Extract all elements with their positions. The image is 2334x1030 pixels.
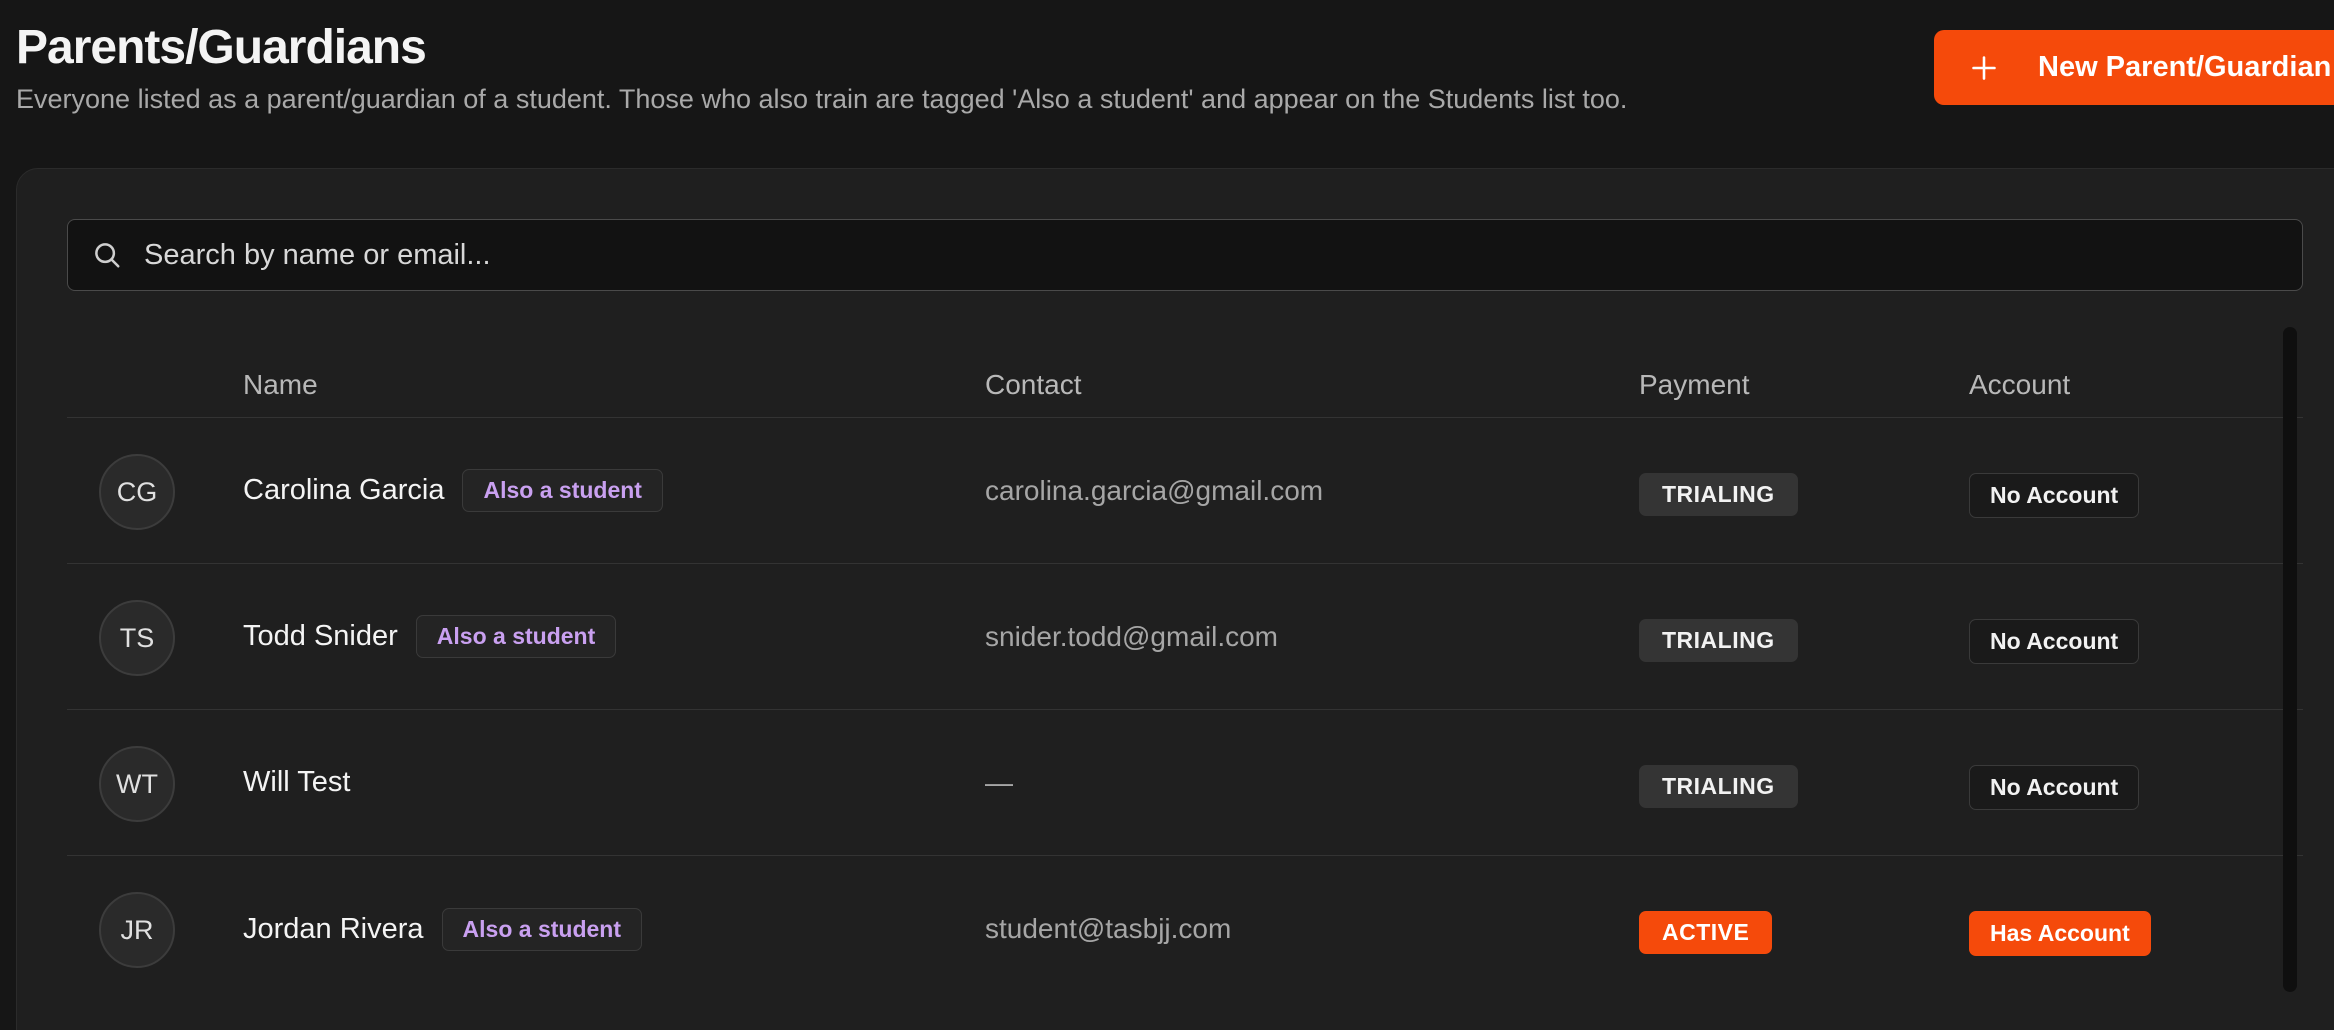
name-cell: Jordan Rivera Also a student (243, 856, 642, 1002)
contact-email: — (985, 766, 1013, 798)
guardian-name[interactable]: Jordan Rivera (243, 913, 424, 946)
account-status-badge: No Account (1969, 765, 2140, 810)
parents-card: Name Contact Payment Account CG Carolina… (16, 168, 2334, 1030)
payment-status-badge: ACTIVE (1639, 911, 1773, 954)
search-icon (95, 243, 120, 268)
avatar: JR (99, 892, 175, 968)
table-row[interactable]: JR Jordan Rivera Also a student student@… (67, 856, 2303, 1002)
table-row[interactable]: WT Will Test — TRIALING No Account (67, 710, 2303, 856)
avatar: CG (99, 454, 175, 530)
guardian-name[interactable]: Carolina Garcia (243, 474, 444, 507)
payment-status-badge: TRIALING (1639, 619, 1798, 662)
also-student-tag: Also a student (415, 615, 617, 658)
table-header: Name Contact Payment Account (67, 319, 2303, 418)
name-column-header[interactable]: Name (243, 369, 318, 401)
contact-email: carolina.garcia@gmail.com (985, 474, 1324, 506)
avatar: WT (99, 746, 175, 822)
guardian-name[interactable]: Todd Snider (243, 620, 398, 653)
contact-email: snider.todd@gmail.com (985, 620, 1279, 652)
new-parent-guardian-button[interactable]: New Parent/Guardian (1934, 30, 2334, 105)
table-scrollbar[interactable] (2283, 327, 2297, 992)
guardian-name[interactable]: Will Test (243, 766, 350, 799)
plus-icon (1972, 55, 1996, 80)
account-status-badge: No Account (1969, 473, 2140, 518)
name-cell: Todd Snider Also a student (243, 564, 617, 709)
account-status-badge: No Account (1969, 619, 2140, 664)
account-status-badge: Has Account (1969, 911, 2151, 956)
new-parent-guardian-label: New Parent/Guardian (2038, 51, 2332, 83)
payment-status-badge: TRIALING (1639, 473, 1798, 516)
name-cell: Carolina Garcia Also a student (243, 418, 663, 563)
contact-column-header[interactable]: Contact (985, 369, 1082, 401)
search-input[interactable] (144, 220, 2302, 290)
search-box[interactable] (67, 219, 2303, 291)
account-column-header[interactable]: Account (1969, 369, 2070, 401)
parents-guardians-page: Parents/Guardians Everyone listed as a p… (0, 0, 2334, 1030)
name-cell: Will Test (243, 710, 350, 855)
page-subtitle: Everyone listed as a parent/guardian of … (16, 84, 1628, 114)
parents-table: Name Contact Payment Account CG Carolina… (67, 319, 2303, 1002)
payment-status-badge: TRIALING (1639, 765, 1798, 808)
payment-column-header[interactable]: Payment (1639, 369, 1750, 401)
page-title: Parents/Guardians (16, 21, 427, 74)
also-student-tag: Also a student (441, 907, 642, 951)
table-row[interactable]: TS Todd Snider Also a student snider.tod… (67, 564, 2303, 710)
contact-email: student@tasbjj.com (985, 913, 1232, 944)
table-row[interactable]: CG Carolina Garcia Also a student caroli… (67, 418, 2303, 564)
also-student-tag: Also a student (462, 469, 663, 512)
avatar: TS (99, 600, 175, 676)
